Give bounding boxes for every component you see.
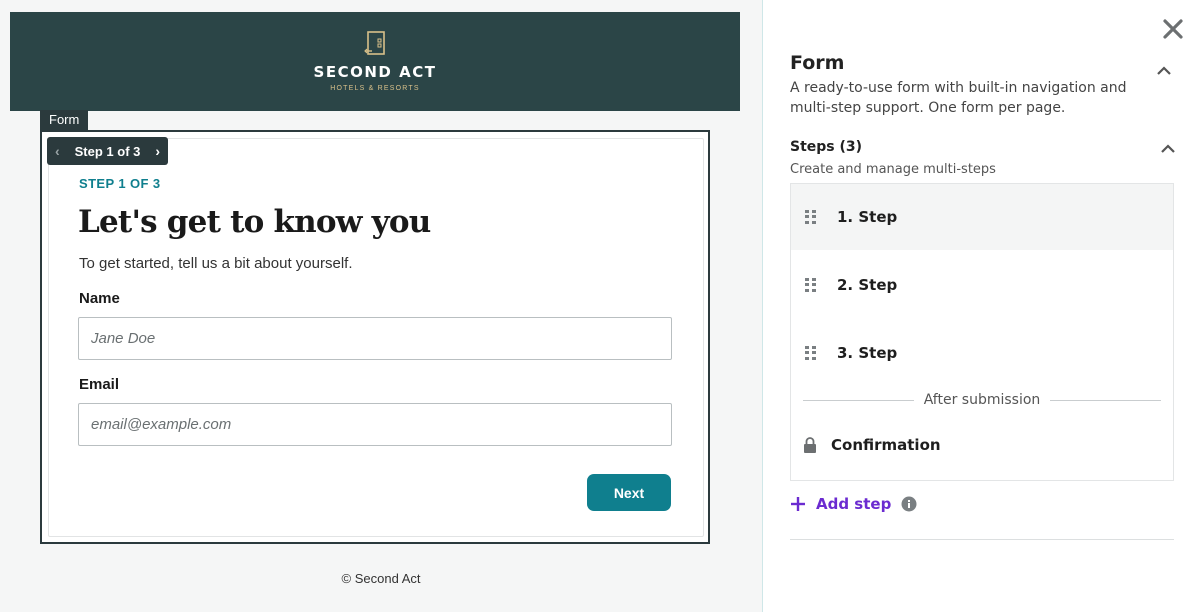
name-input[interactable] bbox=[78, 317, 672, 360]
steps-list: 1. Step 2. Step 3. Step After submission bbox=[790, 183, 1174, 481]
plus-icon bbox=[791, 497, 805, 511]
drag-handle-icon[interactable] bbox=[805, 278, 817, 292]
chevron-up-icon[interactable] bbox=[1160, 142, 1176, 154]
brand-name: SECOND ACT bbox=[313, 63, 437, 81]
step-item-1[interactable]: 1. Step bbox=[791, 184, 1173, 250]
drag-handle-icon[interactable] bbox=[805, 346, 817, 360]
step-item-3[interactable]: 3. Step bbox=[791, 320, 1173, 386]
step-item-label: 1. Step bbox=[837, 208, 898, 226]
info-icon[interactable] bbox=[901, 496, 917, 512]
confirmation-step[interactable]: Confirmation bbox=[803, 436, 941, 454]
drag-handle-icon[interactable] bbox=[805, 210, 817, 224]
name-label: Name bbox=[79, 290, 120, 307]
form-description: To get started, tell us a bit about your… bbox=[79, 255, 353, 272]
lock-icon bbox=[804, 437, 816, 453]
panel-title: Form bbox=[790, 52, 845, 74]
step-navigator-label: Step 1 of 3 bbox=[74, 143, 141, 159]
page-canvas: SECOND ACT HOTELS & RESORTS Form ‹ Step … bbox=[0, 0, 762, 612]
door-logo-icon bbox=[364, 31, 385, 55]
step-item-2[interactable]: 2. Step bbox=[791, 252, 1173, 318]
steps-section-subtitle: Create and manage multi-steps bbox=[790, 162, 996, 177]
step-item-label: 2. Step bbox=[837, 276, 898, 294]
chevron-left-icon[interactable]: ‹ bbox=[55, 143, 60, 159]
close-icon[interactable] bbox=[1162, 18, 1184, 40]
step-indicator: STEP 1 OF 3 bbox=[79, 176, 161, 191]
panel-description: A ready-to-use form with built-in naviga… bbox=[790, 80, 1127, 116]
after-submission-divider: After submission bbox=[803, 392, 1162, 408]
after-submission-label: After submission bbox=[923, 392, 1041, 408]
footer-copyright: © Second Act bbox=[341, 571, 421, 586]
chevron-right-icon[interactable]: › bbox=[155, 143, 160, 159]
email-label: Email bbox=[79, 376, 120, 393]
app-root: SECOND ACT HOTELS & RESORTS Form ‹ Step … bbox=[0, 0, 1200, 612]
steps-section-title: Steps (3) bbox=[790, 139, 863, 155]
form-block-tag[interactable]: Form bbox=[40, 110, 89, 130]
add-step-label: Add step bbox=[816, 495, 892, 513]
step-navigator: ‹ Step 1 of 3 › bbox=[47, 137, 168, 165]
settings-panel: Form A ready-to-use form with built-in n… bbox=[762, 0, 1200, 612]
next-button[interactable]: Next bbox=[587, 474, 671, 511]
panel-divider bbox=[790, 539, 1174, 540]
confirmation-label: Confirmation bbox=[831, 436, 941, 454]
form-title: Let's get to know you bbox=[78, 204, 431, 240]
hero-banner: SECOND ACT HOTELS & RESORTS bbox=[10, 12, 740, 111]
brand-tagline: HOTELS & RESORTS bbox=[330, 85, 420, 92]
step-item-label: 3. Step bbox=[837, 344, 898, 362]
add-step-button[interactable]: Add step bbox=[790, 495, 917, 513]
chevron-up-icon[interactable] bbox=[1156, 64, 1172, 76]
email-input[interactable] bbox=[78, 403, 672, 446]
